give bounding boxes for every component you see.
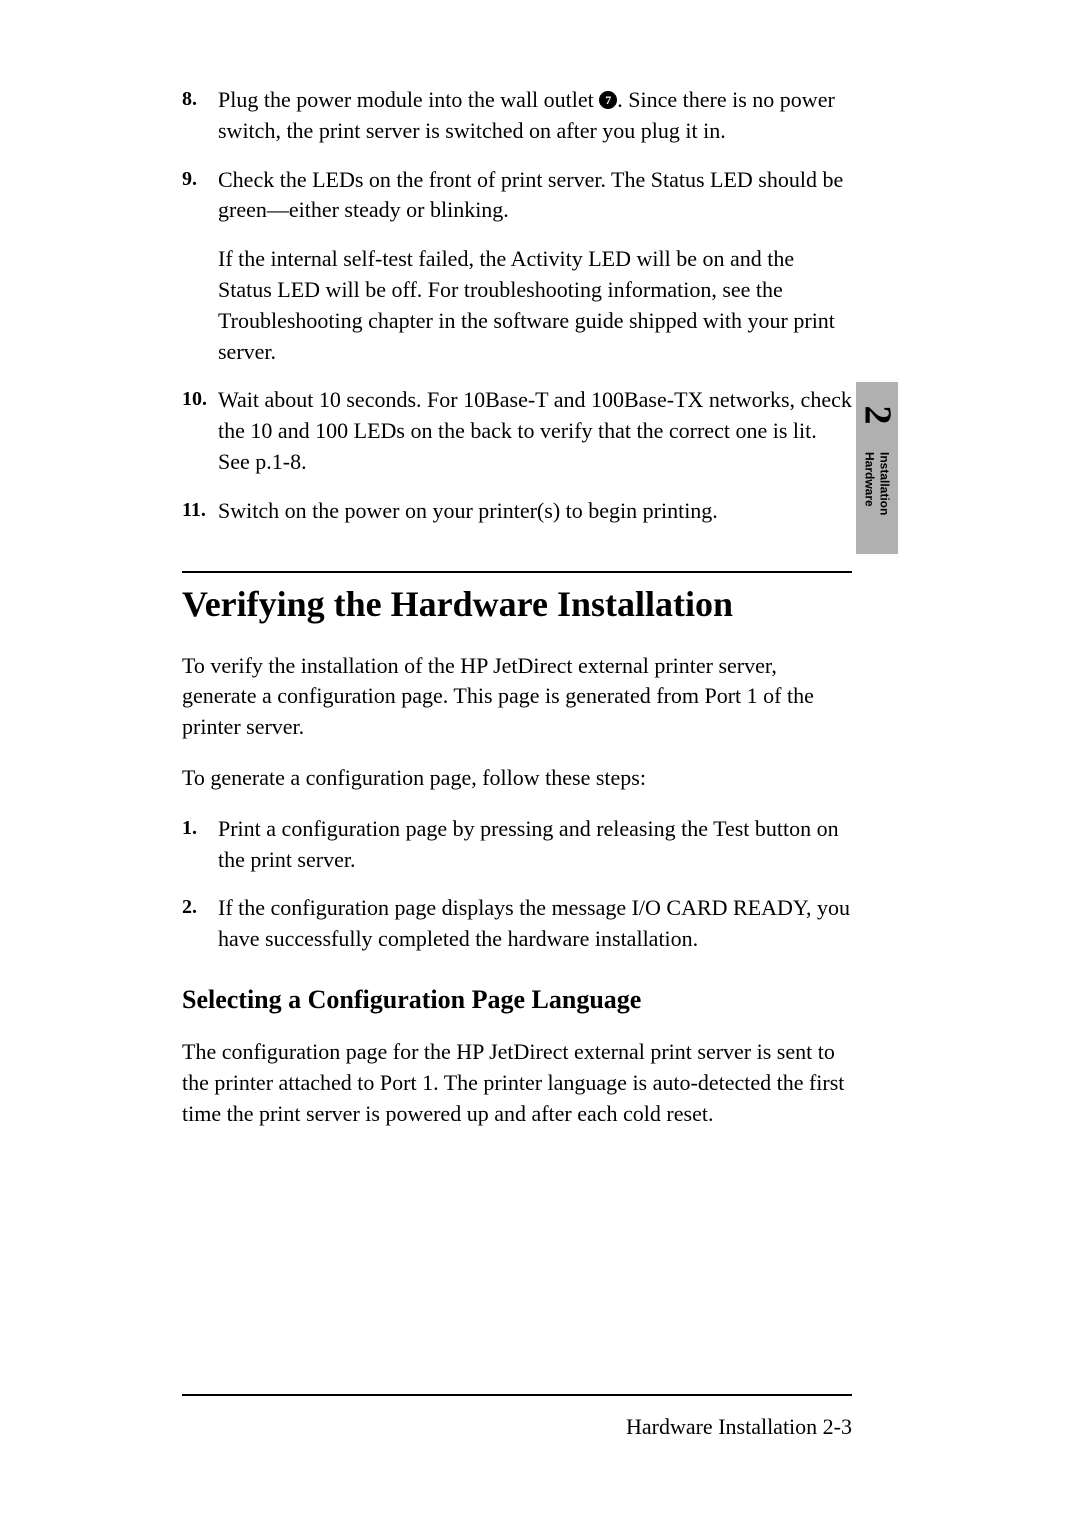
- step-body: Wait about 10 seconds. For 10Base-T and …: [218, 385, 852, 477]
- step-paragraph: Print a configuration page by pressing a…: [218, 814, 852, 876]
- chapter-number: 2: [858, 406, 896, 425]
- step-number: 8.: [182, 85, 218, 147]
- step-paragraph: If the internal self-test failed, the Ac…: [218, 244, 852, 367]
- step-number: 11.: [182, 496, 218, 527]
- body-paragraph: To generate a configuration page, follow…: [182, 763, 852, 794]
- chapter-tab: 2 Hardware Installation: [856, 382, 898, 554]
- footer-divider: [182, 1394, 852, 1396]
- step-number: 9.: [182, 165, 218, 368]
- step-body: Switch on the power on your printer(s) t…: [218, 496, 852, 527]
- step-11: 11. Switch on the power on your printer(…: [182, 496, 852, 527]
- chapter-label: Installation: [878, 452, 892, 515]
- body-paragraph: The configuration page for the HP JetDir…: [182, 1037, 852, 1129]
- chapter-label-group: Hardware Installation: [863, 452, 892, 515]
- step-body: If the configuration page displays the m…: [218, 893, 852, 955]
- section-divider: [182, 571, 852, 573]
- step-paragraph: Switch on the power on your printer(s) t…: [218, 496, 852, 527]
- body-paragraph: To verify the installation of the HP Jet…: [182, 651, 852, 743]
- step-text: Plug the power module into the wall outl…: [218, 87, 599, 112]
- page-number: Hardware Installation 2-3: [182, 1414, 852, 1440]
- step-9: 9. Check the LEDs on the front of print …: [182, 165, 852, 368]
- heading-selecting-language: Selecting a Configuration Page Language: [182, 985, 852, 1015]
- step-paragraph: Check the LEDs on the front of print ser…: [218, 165, 852, 227]
- step-8: 8. Plug the power module into the wall o…: [182, 85, 852, 147]
- heading-verifying: Verifying the Hardware Installation: [182, 583, 852, 625]
- step-paragraph: If the configuration page displays the m…: [218, 893, 852, 955]
- step-number: 2.: [182, 893, 218, 955]
- verify-step-2: 2. If the configuration page displays th…: [182, 893, 852, 955]
- verify-step-1: 1. Print a configuration page by pressin…: [182, 814, 852, 876]
- page-content: 8. Plug the power module into the wall o…: [182, 85, 852, 1149]
- page-footer: Hardware Installation 2-3: [182, 1394, 852, 1440]
- step-body: Plug the power module into the wall outl…: [218, 85, 852, 147]
- step-number: 10.: [182, 385, 218, 477]
- step-number: 1.: [182, 814, 218, 876]
- step-body: Check the LEDs on the front of print ser…: [218, 165, 852, 368]
- step-body: Print a configuration page by pressing a…: [218, 814, 852, 876]
- circled-number-icon: 7: [599, 91, 617, 109]
- step-paragraph: Wait about 10 seconds. For 10Base-T and …: [218, 385, 852, 477]
- chapter-label: Hardware: [863, 452, 877, 515]
- step-10: 10. Wait about 10 seconds. For 10Base-T …: [182, 385, 852, 477]
